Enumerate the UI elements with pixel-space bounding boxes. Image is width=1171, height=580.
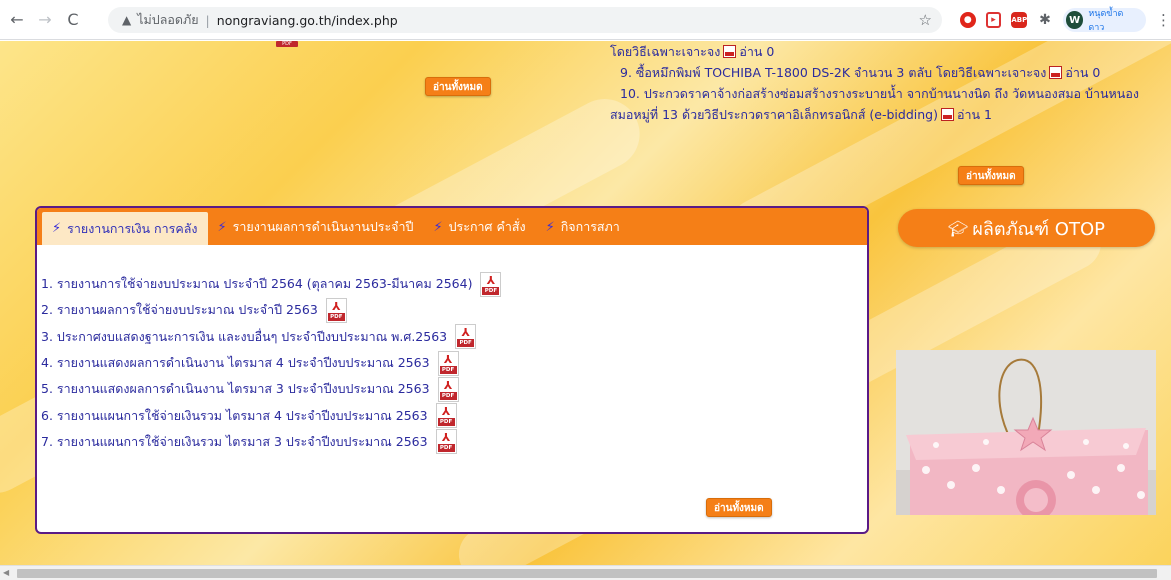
- list-item: 2. รายงานผลการใช้จ่ายงบประมาณ ประจำปี 25…: [41, 297, 841, 323]
- report-link[interactable]: 3. ประกาศงบแสดงฐานะการเงิน และงบอื่นๆ ปร…: [41, 327, 447, 347]
- read-count: อ่าน 1: [957, 107, 992, 122]
- pdf-label: PDF: [482, 286, 500, 295]
- otop-title: ผลิตภัณฑ์ OTOP: [972, 218, 1105, 240]
- tab-label: กิจการสภา: [560, 219, 620, 234]
- pdf-icon[interactable]: ⅄ PDF: [435, 429, 457, 455]
- report-link[interactable]: 2. รายงานผลการใช้จ่ายงบประมาณ ประจำปี 25…: [41, 300, 318, 320]
- acrobat-icon: ⅄: [441, 405, 451, 419]
- tab-announcements[interactable]: ⚡ ประกาศ คำสั่ง: [423, 212, 535, 242]
- pdf-label: PDF: [439, 391, 457, 400]
- pdf-label: PDF: [437, 418, 455, 427]
- reports-panel: ⚡ รายงานการเงิน การคลัง ⚡ รายงานผลการดำเ…: [35, 206, 869, 534]
- browser-menu-icon[interactable]: ⋮: [1156, 11, 1171, 29]
- list-item: 5. รายงานแสดงผลการดำเนินงาน ไตรมาส 3 ประ…: [41, 376, 841, 402]
- pdf-icon[interactable]: [941, 108, 954, 121]
- report-link[interactable]: 1. รายงานการใช้จ่ายงบประมาณ ประจำปี 2564…: [41, 274, 472, 294]
- procurement-text[interactable]: สมอหมู่ที่ 13 ด้วยวิธีประกวดราคาอิเล็กทร…: [610, 107, 938, 122]
- security-label: ไม่ปลอดภัย: [137, 12, 199, 27]
- read-all-button-news[interactable]: อ่านทั้งหมด: [425, 77, 491, 96]
- product-photo: [896, 350, 1156, 515]
- procurement-item[interactable]: โดยวิธีเฉพาะเจาะจง อ่าน 0: [610, 41, 1155, 62]
- report-link[interactable]: 4. รายงานแสดงผลการดำเนินงาน ไตรมาส 4 ประ…: [41, 353, 430, 373]
- reload-button[interactable]: C: [62, 9, 84, 31]
- avatar: W: [1065, 11, 1084, 29]
- back-button[interactable]: ←: [6, 9, 28, 31]
- profile-name: หนุดข้ำดดาว: [1088, 9, 1124, 33]
- extensions-bar: ● ▸ ABP ✱ W หนุดข้ำดดาว ⋮: [960, 8, 1171, 33]
- read-all-button-reports[interactable]: อ่านทั้งหมด: [706, 498, 772, 517]
- warning-icon: ▲: [122, 13, 132, 27]
- bolt-icon: ⚡: [433, 219, 443, 235]
- report-link[interactable]: 7. รายงานแผนการใช้จ่ายเงินรวม ไตรมาส 3 ป…: [41, 432, 428, 452]
- adblock-extension-icon[interactable]: ABP: [1011, 12, 1028, 28]
- report-link[interactable]: 5. รายงานแสดงผลการดำเนินงาน ไตรมาส 3 ประ…: [41, 379, 430, 399]
- procurement-text[interactable]: โดยวิธีเฉพาะเจาะจง: [610, 44, 720, 59]
- acrobat-icon: ⅄: [441, 431, 451, 445]
- pdf-icon[interactable]: ⅄ PDF: [325, 297, 347, 323]
- bolt-icon: ⚡: [52, 221, 62, 236]
- pdf-label: PDF: [327, 312, 345, 321]
- url-text[interactable]: nongraviang.go.th/index.php: [217, 13, 398, 28]
- tab-label: ประกาศ คำสั่ง: [448, 219, 526, 234]
- otop-banner[interactable]: 🎓︎ ผลิตภัณฑ์ OTOP: [898, 209, 1155, 247]
- pdf-label: PDF: [457, 339, 475, 348]
- acrobat-icon: ⅄: [443, 352, 453, 366]
- pdf-icon[interactable]: ⅄ PDF: [455, 324, 477, 350]
- tab-label: รายงานการเงิน การคลัง: [67, 220, 198, 236]
- acrobat-icon: ⅄: [443, 378, 453, 392]
- list-item: 3. ประกาศงบแสดงฐานะการเงิน และงบอื่นๆ ปร…: [41, 324, 841, 350]
- forward-button[interactable]: →: [34, 9, 56, 31]
- read-count: อ่าน 0: [1065, 65, 1101, 80]
- acrobat-icon: ⅄: [486, 273, 496, 287]
- procurement-item-cont[interactable]: สมอหมู่ที่ 13 ด้วยวิธีประกวดราคาอิเล็กทร…: [610, 104, 1155, 125]
- tab-council[interactable]: ⚡ กิจการสภา: [536, 212, 630, 242]
- pdf-icon[interactable]: [1049, 66, 1063, 79]
- acrobat-icon: ⅄: [332, 299, 341, 313]
- record-extension-icon[interactable]: ●: [960, 12, 976, 28]
- pdf-icon[interactable]: PDF: [276, 41, 298, 47]
- bookmark-star-icon[interactable]: ☆: [919, 11, 932, 29]
- pdf-icon[interactable]: ⅄ PDF: [437, 350, 459, 376]
- bolt-icon: ⚡: [545, 219, 555, 235]
- graduation-cap-icon: 🎓︎: [948, 218, 969, 238]
- address-bar[interactable]: ▲ ไม่ปลอดภัย | nongraviang.go.th/index.p…: [108, 7, 942, 33]
- scrollbar-thumb[interactable]: [17, 569, 1157, 578]
- procurement-item[interactable]: 10. ประกวดราคาจ้างก่อสร้างซ่อมสร้างรางระ…: [610, 83, 1155, 104]
- horizontal-scrollbar[interactable]: ◀: [0, 565, 1171, 580]
- pdf-icon[interactable]: [723, 45, 737, 58]
- video-extension-icon[interactable]: ▸: [985, 12, 1002, 28]
- page-content: PDF อ่านทั้งหมด โดยวิธีเฉพาะเจาะจง อ่าน 0…: [0, 41, 1171, 565]
- tab-finance[interactable]: ⚡ รายงานการเงิน การคลัง: [42, 212, 208, 245]
- profile-button[interactable]: W หนุดข้ำดดาว: [1062, 8, 1146, 33]
- browser-toolbar: ← → C ▲ ไม่ปลอดภัย | nongraviang.go.th/i…: [0, 0, 1171, 40]
- pdf-label: PDF: [439, 365, 457, 374]
- list-item: 7. รายงานแผนการใช้จ่ายเงินรวม ไตรมาส 3 ป…: [41, 429, 841, 455]
- procurement-text[interactable]: 10. ประกวดราคาจ้างก่อสร้างซ่อมสร้างรางระ…: [620, 86, 1139, 101]
- pdf-label: PDF: [437, 444, 455, 453]
- pdf-icon[interactable]: ⅄ PDF: [480, 271, 502, 297]
- list-item: 1. รายงานการใช้จ่ายงบประมาณ ประจำปี 2564…: [41, 271, 841, 297]
- read-count: อ่าน 0: [739, 44, 775, 59]
- tab-bar: ⚡ รายงานการเงิน การคลัง ⚡ รายงานผลการดำเ…: [37, 208, 867, 245]
- report-link[interactable]: 6. รายงานแผนการใช้จ่ายเงินรวม ไตรมาส 4 ป…: [41, 406, 428, 426]
- divider: |: [205, 12, 210, 28]
- bolt-icon: ⚡: [217, 219, 227, 235]
- otop-product-image[interactable]: [896, 350, 1156, 515]
- procurement-list: โดยวิธีเฉพาะเจาะจง อ่าน 0 9. ซื้อหมึกพิมพ…: [610, 41, 1155, 125]
- tab-annual-performance[interactable]: ⚡ รายงานผลการดำเนินงานประจำปี: [208, 212, 424, 242]
- pdf-icon[interactable]: ⅄ PDF: [437, 376, 459, 402]
- procurement-item[interactable]: 9. ซื้อหมึกพิมพ์ TOCHIBA T-1800 DS-2K จำ…: [610, 62, 1155, 83]
- procurement-text[interactable]: 9. ซื้อหมึกพิมพ์ TOCHIBA T-1800 DS-2K จำ…: [620, 65, 1046, 80]
- tab-label: รายงานผลการดำเนินงานประจำปี: [232, 219, 414, 234]
- scroll-left-icon[interactable]: ◀: [3, 568, 9, 577]
- read-all-button-procurement[interactable]: อ่านทั้งหมด: [958, 166, 1024, 185]
- acrobat-icon: ⅄: [461, 326, 470, 340]
- list-item: 6. รายงานแผนการใช้จ่ายเงินรวม ไตรมาส 4 ป…: [41, 402, 841, 429]
- list-item: 4. รายงานแสดงผลการดำเนินงาน ไตรมาส 4 ประ…: [41, 350, 841, 376]
- report-list: 1. รายงานการใช้จ่ายงบประมาณ ประจำปี 2564…: [41, 271, 841, 455]
- extensions-puzzle-icon[interactable]: ✱: [1037, 12, 1053, 28]
- pdf-icon[interactable]: ⅄ PDF: [435, 403, 457, 429]
